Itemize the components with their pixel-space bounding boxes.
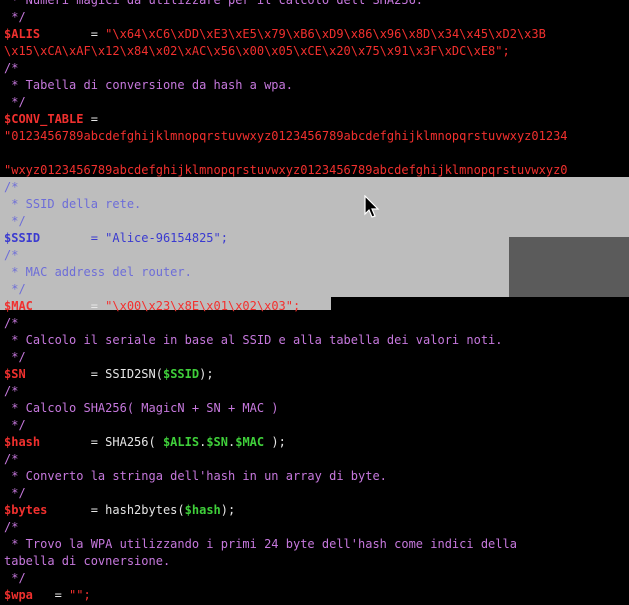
- string-literal: "\x64\xC6\xDD\xE3\xE5\x79\xB6\xD9\x86\x9…: [105, 27, 546, 41]
- comment-text: /*: [4, 248, 19, 262]
- comment-text: /*: [4, 180, 19, 194]
- comment-text: /*: [4, 520, 19, 534]
- code-editor[interactable]: * Numeri magici da utilizzare per il cal…: [0, 0, 629, 605]
- code-line[interactable]: $SSID = "Alice-96154825";: [4, 230, 228, 247]
- comment-text: /*: [4, 316, 19, 330]
- function-argument: $SSID: [162, 367, 200, 381]
- string-literal: "";: [69, 588, 91, 602]
- comment-text: */: [4, 350, 26, 364]
- code-line[interactable]: */: [4, 213, 26, 230]
- assignment-operator: =: [40, 231, 106, 245]
- variable-name: $SSID: [4, 231, 41, 245]
- code-line[interactable]: * SSID della rete.: [4, 196, 141, 213]
- assignment-operator: =: [40, 435, 106, 449]
- assignment-operator: =: [47, 503, 106, 517]
- code-line[interactable]: $CONV_TABLE =: [4, 111, 98, 128]
- comment-text: * SSID della rete.: [4, 197, 142, 211]
- selection-shadow: [509, 237, 629, 297]
- punctuation: );: [199, 367, 214, 381]
- comment-text: /*: [4, 452, 19, 466]
- function-call: SHA256(: [105, 435, 163, 449]
- function-argument: $SN: [206, 435, 228, 449]
- comment-text: */: [4, 571, 26, 585]
- code-line[interactable]: /*: [4, 519, 18, 536]
- function-argument: $MAC: [235, 435, 265, 449]
- assignment-operator: =: [25, 367, 106, 381]
- code-line[interactable]: */: [4, 349, 26, 366]
- variable-name: $bytes: [4, 503, 48, 517]
- comment-text: * MAC address del router.: [4, 265, 192, 279]
- code-line[interactable]: $MAC = "\x00\x23\x8E\x01\x02\x03";: [4, 298, 300, 315]
- code-line[interactable]: "0123456789abcdefghijklmnopqrstuvwxyz012…: [4, 128, 568, 145]
- string-literal: "Alice-96154825";: [105, 231, 228, 245]
- variable-name: $CONV_TABLE: [4, 112, 84, 126]
- variable-name: $MAC: [4, 299, 33, 313]
- code-line[interactable]: * Calcolo il seriale in base al SSID e a…: [4, 332, 503, 349]
- comment-text: */: [4, 486, 26, 500]
- code-line[interactable]: */: [4, 417, 26, 434]
- string-literal: \x15\xCA\xAF\x12\x84\x02\xAC\x56\x00\x05…: [4, 44, 510, 58]
- comment-text: */: [4, 10, 26, 24]
- comment-text: /*: [4, 61, 19, 75]
- function-call: hash2bytes(: [105, 503, 185, 517]
- assignment-operator: =: [32, 299, 106, 313]
- string-literal: "wxyz0123456789abcdefghijklmnopqrstuvwxy…: [4, 163, 568, 177]
- code-line[interactable]: /*: [4, 315, 18, 332]
- assignment-operator: =: [83, 112, 98, 126]
- code-line[interactable]: $ALIS = "\x64\xC6\xDD\xE3\xE5\x79\xB6\xD…: [4, 26, 546, 43]
- code-line[interactable]: /*: [4, 383, 18, 400]
- comment-text: tabella di covnersione.: [4, 554, 171, 568]
- code-line[interactable]: /*: [4, 247, 18, 264]
- code-line[interactable]: $bytes = hash2bytes($hash);: [4, 502, 235, 519]
- comment-text: * Calcolo il seriale in base al SSID e a…: [4, 333, 503, 347]
- assignment-operator: =: [32, 588, 70, 602]
- comment-text: */: [4, 214, 26, 228]
- variable-name: $ALIS: [4, 27, 41, 41]
- punctuation: );: [264, 435, 286, 449]
- function-argument: $ALIS: [162, 435, 200, 449]
- comment-text: */: [4, 418, 26, 432]
- comment-text: * Numeri magici da utilizzare per il cal…: [4, 0, 424, 7]
- code-line[interactable]: */: [4, 570, 26, 587]
- code-line[interactable]: */: [4, 281, 26, 298]
- code-line[interactable]: * Numeri magici da utilizzare per il cal…: [4, 0, 423, 9]
- comment-text: /*: [4, 384, 19, 398]
- code-line[interactable]: /*: [4, 451, 18, 468]
- code-line[interactable]: * Trovo la WPA utilizzando i primi 24 by…: [4, 536, 517, 553]
- comment-text: */: [4, 95, 26, 109]
- function-call: SSID2SN(: [105, 367, 163, 381]
- code-line[interactable]: \x15\xCA\xAF\x12\x84\x02\xAC\x56\x00\x05…: [4, 43, 510, 60]
- code-line[interactable]: /*: [4, 60, 18, 77]
- variable-name: $hash: [4, 435, 41, 449]
- code-line[interactable]: tabella di covnersione.: [4, 553, 170, 570]
- code-line[interactable]: * Calcolo SHA256( MagicN + SN + MAC ): [4, 400, 279, 417]
- code-line[interactable]: * Tabella di conversione da hash a wpa.: [4, 77, 293, 94]
- string-literal: "0123456789abcdefghijklmnopqrstuvwxyz012…: [4, 129, 568, 143]
- code-line[interactable]: */: [4, 485, 26, 502]
- comment-text: * Trovo la WPA utilizzando i primi 24 by…: [4, 537, 517, 551]
- code-line[interactable]: * MAC address del router.: [4, 264, 192, 281]
- code-line[interactable]: */: [4, 9, 26, 26]
- code-line[interactable]: * Converto la stringa dell'hash in un ar…: [4, 468, 387, 485]
- comment-text: * Converto la stringa dell'hash in un ar…: [4, 469, 387, 483]
- variable-name: $wpa: [4, 588, 33, 602]
- comment-text: */: [4, 282, 26, 296]
- assignment-operator: =: [40, 27, 106, 41]
- punctuation: );: [220, 503, 236, 517]
- variable-name: $SN: [4, 367, 26, 381]
- string-literal: "\x00\x23\x8E\x01\x02\x03";: [105, 299, 301, 313]
- code-line[interactable]: */: [4, 94, 26, 111]
- comment-text: * Tabella di conversione da hash a wpa.: [4, 78, 293, 92]
- code-line[interactable]: $wpa = "";: [4, 587, 91, 604]
- comment-text: * Calcolo SHA256( MagicN + SN + MAC ): [4, 401, 279, 415]
- code-line[interactable]: $SN = SSID2SN($SSID);: [4, 366, 214, 383]
- function-argument: $hash: [184, 503, 221, 517]
- code-line[interactable]: "wxyz0123456789abcdefghijklmnopqrstuvwxy…: [4, 162, 568, 179]
- code-line[interactable]: $hash = SHA256( $ALIS.$SN.$MAC );: [4, 434, 286, 451]
- code-line[interactable]: /*: [4, 179, 18, 196]
- mouse-pointer-icon: [364, 195, 380, 218]
